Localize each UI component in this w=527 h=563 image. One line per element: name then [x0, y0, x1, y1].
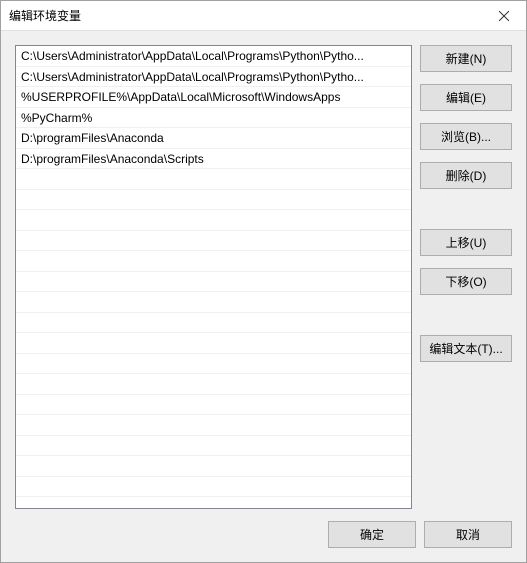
moveup-button[interactable]: 上移(U) [420, 229, 512, 256]
list-item[interactable]: C:\Users\Administrator\AppData\Local\Pro… [16, 67, 411, 88]
path-listbox[interactable]: C:\Users\Administrator\AppData\Local\Pro… [15, 45, 412, 509]
list-item-empty[interactable]: . [16, 456, 411, 477]
list-item-empty[interactable]: . [16, 313, 411, 334]
close-icon [499, 11, 509, 21]
list-item-empty[interactable]: . [16, 251, 411, 272]
list-item[interactable]: C:\Users\Administrator\AppData\Local\Pro… [16, 46, 411, 67]
list-item[interactable]: D:\programFiles\Anaconda\Scripts [16, 149, 411, 170]
list-item-empty[interactable]: . [16, 395, 411, 416]
list-item-empty[interactable]: . [16, 210, 411, 231]
list-item-empty[interactable]: . [16, 169, 411, 190]
dialog-bottom-buttons: 确定 取消 [15, 521, 512, 548]
list-item-empty[interactable]: . [16, 190, 411, 211]
edit-env-var-dialog: 编辑环境变量 C:\Users\Administrator\AppData\Lo… [0, 0, 527, 563]
list-item[interactable]: %USERPROFILE%\AppData\Local\Microsoft\Wi… [16, 87, 411, 108]
edit-button[interactable]: 编辑(E) [420, 84, 512, 111]
browse-button[interactable]: 浏览(B)... [420, 123, 512, 150]
list-item-empty[interactable]: . [16, 436, 411, 457]
ok-button[interactable]: 确定 [328, 521, 416, 548]
list-item[interactable]: D:\programFiles\Anaconda [16, 128, 411, 149]
new-button[interactable]: 新建(N) [420, 45, 512, 72]
list-item[interactable]: %PyCharm% [16, 108, 411, 129]
dialog-content: C:\Users\Administrator\AppData\Local\Pro… [1, 31, 526, 562]
titlebar: 编辑环境变量 [1, 1, 526, 31]
list-item-empty[interactable]: . [16, 292, 411, 313]
delete-button[interactable]: 删除(D) [420, 162, 512, 189]
main-area: C:\Users\Administrator\AppData\Local\Pro… [15, 45, 512, 509]
cancel-button[interactable]: 取消 [424, 521, 512, 548]
list-item-empty[interactable]: . [16, 477, 411, 498]
list-item-empty[interactable]: . [16, 231, 411, 252]
movedown-button[interactable]: 下移(O) [420, 268, 512, 295]
close-button[interactable] [481, 1, 526, 30]
list-item-empty[interactable]: . [16, 333, 411, 354]
side-button-panel: 新建(N) 编辑(E) 浏览(B)... 删除(D) 上移(U) 下移(O) 编… [420, 45, 512, 509]
list-item-empty[interactable]: . [16, 272, 411, 293]
list-item-empty[interactable]: . [16, 354, 411, 375]
list-item-empty[interactable]: . [16, 374, 411, 395]
edittext-button[interactable]: 编辑文本(T)... [420, 335, 512, 362]
dialog-title: 编辑环境变量 [9, 7, 81, 24]
list-item-empty[interactable]: . [16, 415, 411, 436]
